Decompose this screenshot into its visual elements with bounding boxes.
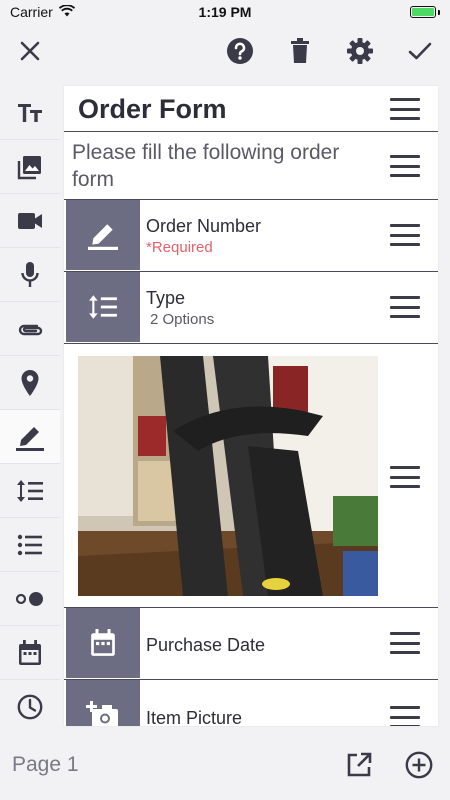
carrier-group: Carrier	[10, 4, 75, 20]
calendar-icon	[91, 629, 115, 656]
video-icon	[18, 212, 42, 229]
reorder-handle[interactable]	[390, 98, 420, 120]
field-icon-box	[66, 680, 140, 726]
add-page-button[interactable]	[404, 750, 434, 780]
calendar-icon	[19, 639, 41, 665]
field-icon-box	[66, 272, 140, 342]
reorder-handle[interactable]	[390, 224, 420, 246]
trash-icon	[291, 38, 309, 63]
form-description: Please fill the following order form	[72, 141, 340, 191]
clock-icon	[17, 694, 43, 719]
field-label: Order Number	[146, 216, 262, 236]
location-icon	[21, 369, 39, 396]
close-icon	[20, 41, 40, 61]
sidebar-item-image[interactable]	[0, 140, 60, 194]
reorder-handle[interactable]	[390, 296, 420, 318]
form-description-row[interactable]: Please fill the following order form	[64, 132, 438, 200]
form-title: Order Form	[78, 94, 227, 124]
sidebar-item-toggle[interactable]	[0, 572, 60, 626]
sidebar-item-audio[interactable]	[0, 248, 60, 302]
sidebar-item-location[interactable]	[0, 356, 60, 410]
field-label: Item Picture	[146, 708, 243, 726]
field-type[interactable]: Type 2 Options	[64, 272, 438, 344]
gear-icon	[347, 38, 373, 64]
delete-button[interactable]	[285, 36, 315, 66]
pencil-icon	[16, 426, 44, 451]
bullet-list-icon	[17, 534, 42, 555]
add-circle-icon	[405, 751, 433, 779]
carrier-label: Carrier	[10, 4, 53, 20]
choice-list-icon	[17, 479, 43, 502]
settings-button[interactable]	[345, 36, 375, 66]
bottom-bar: Page 1	[0, 730, 450, 800]
toggle-icon	[15, 591, 43, 606]
add-photo-icon	[86, 701, 118, 726]
reorder-handle[interactable]	[390, 706, 420, 726]
top-toolbar	[0, 24, 450, 78]
field-label: Purchase Date	[146, 635, 266, 655]
sidebar-item-date[interactable]	[0, 626, 60, 680]
wifi-icon	[58, 4, 75, 20]
attachment-icon	[18, 324, 43, 335]
form-title-row[interactable]: Order Form	[64, 86, 438, 132]
sidebar-item-video[interactable]	[0, 194, 60, 248]
field-icon-box	[66, 608, 140, 678]
open-external-icon	[347, 752, 372, 777]
sidebar-item-text-input[interactable]	[0, 410, 60, 464]
status-bar: Carrier 1:19 PM	[0, 0, 450, 24]
field-required-note: *Required	[146, 239, 213, 256]
field-purchase-date[interactable]: Purchase Date	[64, 608, 438, 680]
form-card: Order Form Please fill the following ord…	[64, 86, 438, 726]
page-label[interactable]: Page 1	[12, 753, 79, 777]
field-order-number[interactable]: Order Number *Required	[64, 200, 438, 272]
photo-thumbnail	[78, 356, 378, 596]
field-item-picture[interactable]: Item Picture	[64, 680, 438, 726]
field-type-sidebar	[0, 86, 60, 734]
image-icon	[17, 155, 41, 179]
reorder-handle[interactable]	[390, 155, 420, 177]
battery-icon	[410, 6, 440, 18]
sidebar-item-list[interactable]	[0, 518, 60, 572]
sidebar-item-time[interactable]	[0, 680, 60, 734]
microphone-icon	[21, 261, 39, 287]
field-options-count: 2 Options	[150, 311, 215, 328]
share-button[interactable]	[344, 750, 374, 780]
sidebar-item-choice[interactable]	[0, 464, 60, 518]
checkmark-icon	[408, 42, 432, 60]
help-button[interactable]	[225, 36, 255, 66]
sidebar-item-text[interactable]	[0, 86, 60, 140]
pencil-icon	[88, 224, 118, 250]
sidebar-item-attachment[interactable]	[0, 302, 60, 356]
done-button[interactable]	[405, 36, 435, 66]
text-icon	[18, 103, 42, 122]
reorder-handle[interactable]	[390, 466, 420, 488]
field-icon-box	[66, 200, 140, 270]
help-icon	[227, 38, 253, 64]
field-label: Type	[146, 288, 186, 308]
choice-list-icon	[89, 295, 117, 319]
close-button[interactable]	[15, 36, 45, 66]
reorder-handle[interactable]	[390, 632, 420, 654]
